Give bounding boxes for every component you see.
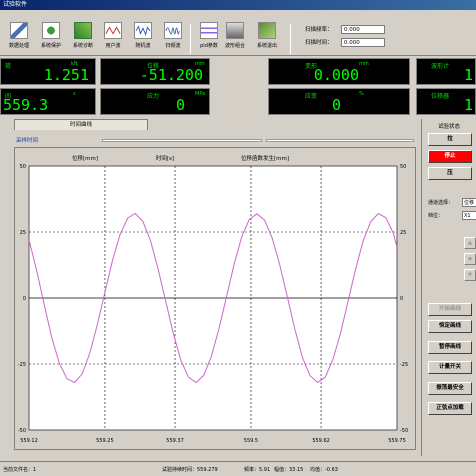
speed-mid-button[interactable]: ◆: [464, 253, 476, 265]
status-amp: 幅值：33.15: [274, 467, 304, 473]
sampling-slider[interactable]: [102, 139, 262, 142]
status-file: 当前文件名：1: [3, 467, 37, 473]
y-tick-label-right: 50: [400, 164, 406, 170]
speed-down-button[interactable]: ▼: [464, 269, 476, 281]
time-curve-chart: 559.12 559.25 559.37 559.5 559.62 559.75 50 50 2…: [18, 154, 408, 444]
toolbar: 数据处理 系统保护 系统诊断 用户波 随机波 扫频波 pid参数 波形组合 系统…: [0, 10, 476, 56]
readout-displacement: 位移 mm -51.200: [100, 58, 210, 85]
x-tick-label: 559.5: [244, 438, 258, 444]
data-process-icon: [10, 22, 28, 39]
channel-label: 通道选择：: [428, 200, 454, 206]
exit-button[interactable]: 系统退出: [250, 22, 284, 49]
status-run-time: 试验持续时间：559.279: [162, 467, 218, 473]
tab-time-curve[interactable]: 时间曲线: [14, 119, 148, 130]
chart-tabstrip: 时间曲线 采样时间: [14, 119, 416, 147]
y-tick-label: 25: [20, 230, 26, 236]
toolbar-separator: [290, 24, 291, 54]
pause-draw-button[interactable]: 暂停画线: [428, 341, 472, 354]
y-tick-label: -25: [18, 362, 26, 368]
x-tick-label: 559.37: [166, 438, 184, 444]
chart-frame: 559.12 559.25 559.37 559.5 559.62 559.75 50 50 2…: [14, 147, 416, 450]
wave-combine-icon: [226, 22, 244, 39]
readout-panels: 荷 kN 1.251 位移 mm -51.200 变形 mm 0.000 波形计…: [0, 57, 476, 117]
random-wave-icon: [134, 22, 152, 39]
channel-select[interactable]: 位移: [462, 198, 476, 207]
x-tick-label: 559.62: [312, 438, 330, 444]
wave-combine-button[interactable]: 波形组合: [218, 22, 252, 49]
speed-up-button[interactable]: ▲: [464, 237, 476, 249]
range-slider[interactable]: [266, 139, 414, 142]
scan-freq-input[interactable]: 0.000: [341, 24, 385, 34]
random-wave-button[interactable]: 随机波: [126, 22, 160, 49]
system-diagnose-button[interactable]: 系统诊断: [66, 22, 100, 49]
safe-oscillation-button[interactable]: 振荡最安全: [428, 382, 472, 395]
panel-title: 试验状态: [437, 124, 460, 130]
speed-label: 档位：: [428, 213, 444, 219]
status-mean: 均值：-0.63: [310, 467, 338, 473]
scan-fields: 扫描频率： 0.000 扫描时间： 0.000: [305, 24, 385, 50]
exit-icon: [258, 22, 276, 39]
pid-icon: [200, 22, 218, 39]
meter-switch-button[interactable]: 计量开关: [428, 361, 472, 374]
status-freq: 频率：5.91: [244, 467, 271, 473]
press-button[interactable]: 压: [428, 167, 472, 180]
y-tick-label-right: 25: [400, 230, 406, 236]
y-tick-label-right: -25: [400, 362, 408, 368]
readout-load: 荷 kN 1.251: [0, 58, 96, 85]
status-bar: 当前文件名：1 试验持续时间：559.279 频率：5.91 幅值：33.15 …: [0, 461, 476, 476]
user-wave-icon: [104, 22, 122, 39]
y-tick-label: 0: [23, 296, 26, 302]
readout-stress: 应力 MPa 0: [100, 88, 210, 115]
y-tick-label: 50: [20, 164, 26, 170]
legend-label: 位移[mm]: [72, 154, 98, 162]
start-draw-button[interactable]: 开始画线: [428, 303, 472, 316]
test-control-panel: 试验状态 拉 停止 压 通道选择： 位移 档位： X1 ▲ ◆ ▼ 开始画线 恒…: [421, 119, 476, 456]
legend-label: 位移函数发生[mm]: [241, 154, 289, 162]
toolbar-separator: [190, 24, 191, 54]
speed-select[interactable]: X1: [462, 211, 476, 220]
app-window: 试验软件 数据处理 系统保护 系统诊断 用户波 随机波 扫频波 pid参数 波形…: [0, 0, 476, 476]
x-tick-label: 559.75: [388, 438, 406, 444]
readout-strain: 应变 % 0: [268, 88, 410, 115]
diagnose-icon: [74, 22, 92, 39]
sweep-wave-button[interactable]: 扫频波: [156, 22, 190, 49]
y-tick-label-right: -50: [400, 428, 408, 434]
y-tick-label: -50: [18, 428, 26, 434]
readout-time: 间 s 559.3: [0, 88, 96, 115]
stop-button[interactable]: 停止: [428, 150, 472, 163]
legend-label: 时间[s]: [156, 154, 174, 162]
const-draw-button[interactable]: 恒定画线: [428, 320, 472, 333]
title-bar: 试验软件: [0, 0, 476, 10]
scan-time-label: 扫描时间：: [305, 40, 333, 46]
protect-icon: [42, 22, 60, 39]
readout-deformation: 变形 mm 0.000: [268, 58, 410, 85]
system-protect-button[interactable]: 系统保护: [34, 22, 68, 49]
sweep-wave-icon: [164, 22, 182, 39]
pull-button[interactable]: 拉: [428, 133, 472, 146]
data-process-button[interactable]: 数据处理: [2, 22, 36, 49]
sine-load-button[interactable]: 正弦点加载: [428, 402, 472, 415]
y-tick-label-right: 0: [400, 296, 403, 302]
x-tick-label: 559.25: [96, 438, 114, 444]
scan-freq-label: 扫描频率：: [305, 27, 333, 33]
readout-position: 位移器 1: [416, 88, 476, 115]
x-tick-label: 559.12: [20, 438, 38, 444]
scan-time-input[interactable]: 0.000: [341, 37, 385, 47]
readout-wave-count: 波形计 1: [416, 58, 476, 85]
user-wave-button[interactable]: 用户波: [96, 22, 130, 49]
sampling-time-label: 采样时间: [16, 138, 39, 144]
